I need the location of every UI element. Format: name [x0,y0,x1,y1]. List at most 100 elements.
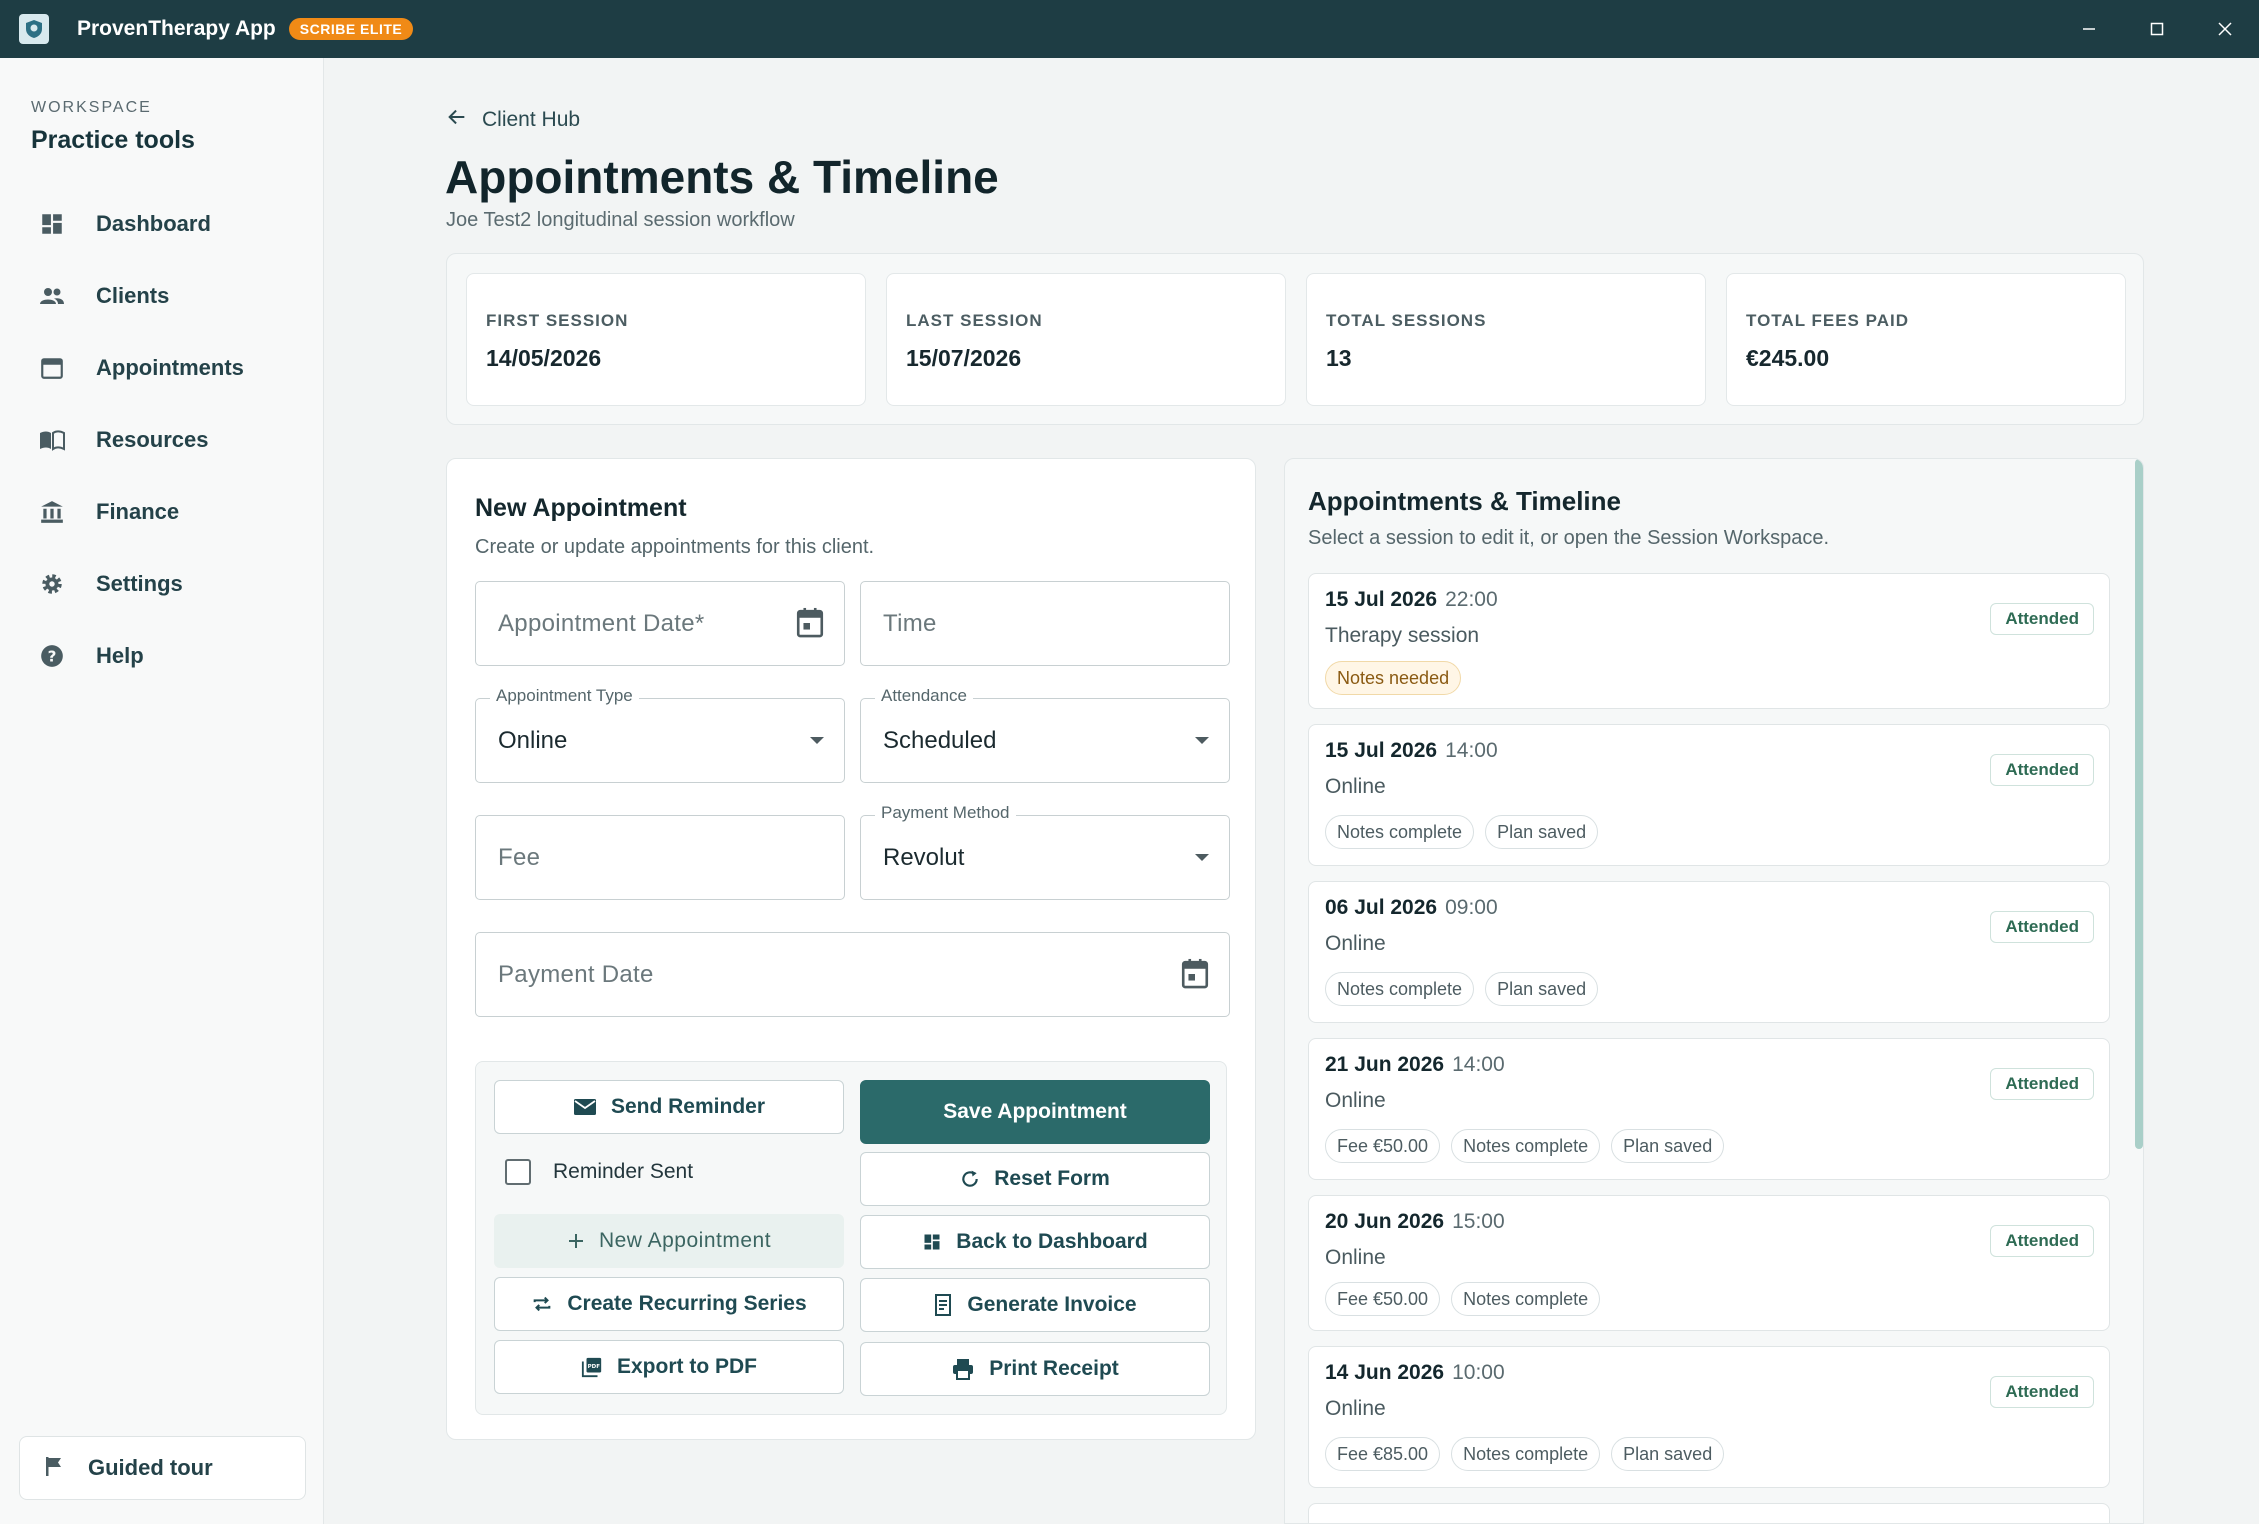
print-receipt-label: Print Receipt [989,1357,1119,1380]
session-chip: Plan saved [1485,972,1599,1006]
timeline-scrollbar[interactable] [2135,459,2143,1149]
back-to-client-hub-link[interactable]: Client Hub [446,106,580,133]
attendance-value: Scheduled [883,727,997,754]
timeline-item[interactable]: 20 Jun 2026 15:00 Online Attended Fee €50… [1308,1195,2110,1331]
session-type: Online [1325,775,1386,798]
session-chips: Fee €85.00 Notes complete Plan saved [1325,1437,1735,1471]
attendance-select[interactable]: Attendance Scheduled [860,686,1230,783]
app-title: ProvenTherapy App [77,17,276,40]
session-type: Online [1325,932,1386,955]
timeline-item[interactable]: 15 Jul 2026 22:00 Therapy session Attende… [1308,573,2110,709]
session-type: Online [1325,1397,1386,1420]
create-recurring-series-label: Create Recurring Series [567,1292,807,1315]
new-appointment-button[interactable]: New Appointment [494,1214,844,1268]
session-chips: Notes complete Plan saved [1325,815,1609,849]
form-actions: Send Reminder Save Appointment Reminder … [475,1061,1227,1415]
status-badge: Attended [1990,1068,2094,1100]
calendar-icon[interactable] [1179,957,1211,996]
timeline-list: 15 Jul 2026 22:00 Therapy session Attende… [1308,573,2110,1523]
time-placeholder: Time [883,610,937,637]
timeline-item-heading: 15 Jul 2026 22:00 [1325,588,1498,612]
appointment-date-field[interactable]: Appointment Date* [475,581,845,666]
sidebar-item-dashboard[interactable]: Dashboard [18,188,308,260]
reminder-sent-label: Reminder Sent [553,1160,694,1183]
reset-form-label: Reset Form [994,1167,1110,1190]
bank-icon [37,497,67,527]
timeline-item-heading: 15 Jul 2026 14:00 [1325,739,1498,763]
time-field[interactable]: Time [860,581,1230,666]
back-to-dashboard-button[interactable]: Back to Dashboard [860,1215,1210,1269]
reminder-sent-checkbox[interactable] [505,1159,531,1185]
timeline-item[interactable]: 06 Jul 2026 09:00 Online Attended Notes c… [1308,881,2110,1023]
plan-badge: SCRIBE ELITE [288,18,414,40]
timeline-item[interactable]: 21 Jun 2026 14:00 Online Attended Fee €50… [1308,1038,2110,1180]
session-type: Therapy session [1325,624,1480,647]
print-receipt-button[interactable]: Print Receipt [860,1342,1210,1396]
chevron-down-icon [1195,737,1209,744]
form-title: New Appointment [475,494,687,522]
back-to-dashboard-label: Back to Dashboard [956,1230,1148,1253]
send-reminder-button[interactable]: Send Reminder [494,1080,844,1134]
stat-label: TOTAL FEES PAID [1746,311,1909,330]
export-to-pdf-button[interactable]: PDF Export to PDF [494,1340,844,1394]
page-subtitle: Joe Test2 longitudinal session workflow [446,209,795,231]
session-type: Online [1325,1089,1386,1112]
form-subtitle: Create or update appointments for this c… [475,536,875,558]
session-time: 09:00 [1445,896,1498,919]
session-chips: Fee €50.00 Notes complete [1325,1282,1611,1316]
fee-placeholder: Fee [498,844,541,871]
new-appointment-label: New Appointment [598,1229,772,1252]
sidebar-item-settings[interactable]: Settings [18,548,308,620]
minimize-button[interactable] [2055,0,2123,58]
stat-label: TOTAL SESSIONS [1326,311,1487,330]
app-logo-icon [19,14,49,44]
reset-form-button[interactable]: Reset Form [860,1152,1210,1206]
calendar-icon[interactable] [794,606,826,645]
session-chip: Notes needed [1325,661,1462,695]
timeline-item[interactable]: 14 Jun 2026 10:00 Online Attended Fee €85… [1308,1346,2110,1488]
close-window-button[interactable] [2191,0,2259,58]
printer-icon [951,1358,975,1380]
payment-method-label: Payment Method [875,803,1016,823]
status-badge: Attended [1990,1225,2094,1257]
stat-value: 13 [1326,345,1352,371]
guided-tour-button[interactable]: Guided tour [19,1436,306,1500]
stat-value: 15/07/2026 [906,345,1022,371]
dashboard-icon [922,1232,942,1252]
create-recurring-series-button[interactable]: Create Recurring Series [494,1277,844,1331]
payment-method-select[interactable]: Payment Method Revolut [860,803,1230,900]
save-appointment-button[interactable]: Save Appointment [860,1080,1210,1144]
new-appointment-card: New Appointment Create or update appoint… [446,458,1256,1440]
sidebar-item-finance[interactable]: Finance [18,476,308,548]
status-badge: Attended [1990,1376,2094,1408]
session-date: 15 Jul 2026 [1325,588,1438,611]
appointment-type-select[interactable]: Appointment Type Online [475,686,845,783]
svg-text:?: ? [48,647,57,665]
sidebar-item-label: Resources [96,427,209,452]
payment-date-field[interactable]: Payment Date [475,932,1230,1017]
sidebar-item-appointments[interactable]: Appointments [18,332,308,404]
sidebar-item-resources[interactable]: Resources [18,404,308,476]
sidebar-item-clients[interactable]: Clients [18,260,308,332]
maximize-button[interactable] [2123,0,2191,58]
sidebar-item-help[interactable]: ? Help [18,620,308,692]
title-bar: ProvenTherapy App SCRIBE ELITE [0,0,2259,58]
sidebar-item-label: Settings [96,571,183,596]
timeline-item-heading: 20 Jun 2026 15:00 [1325,1210,1505,1234]
gear-icon [37,569,67,599]
sidebar-item-label: Help [96,643,144,668]
generate-invoice-label: Generate Invoice [967,1293,1137,1316]
timeline-item-partial[interactable] [1308,1503,2110,1523]
book-icon [37,425,67,455]
reminder-sent-checkbox-row[interactable]: Reminder Sent [492,1150,693,1194]
window-controls [2055,0,2259,58]
generate-invoice-button[interactable]: Generate Invoice [860,1278,1210,1332]
fee-field[interactable]: Fee [475,815,845,900]
sidebar-item-label: Appointments [96,355,244,380]
session-time: 15:00 [1452,1210,1505,1233]
timeline-item[interactable]: 15 Jul 2026 14:00 Online Attended Notes c… [1308,724,2110,866]
sidebar-nav: Dashboard Clients Appointments Resources… [18,188,308,692]
back-link-label: Client Hub [482,107,581,131]
session-date: 06 Jul 2026 [1325,896,1438,919]
help-icon: ? [37,641,67,671]
